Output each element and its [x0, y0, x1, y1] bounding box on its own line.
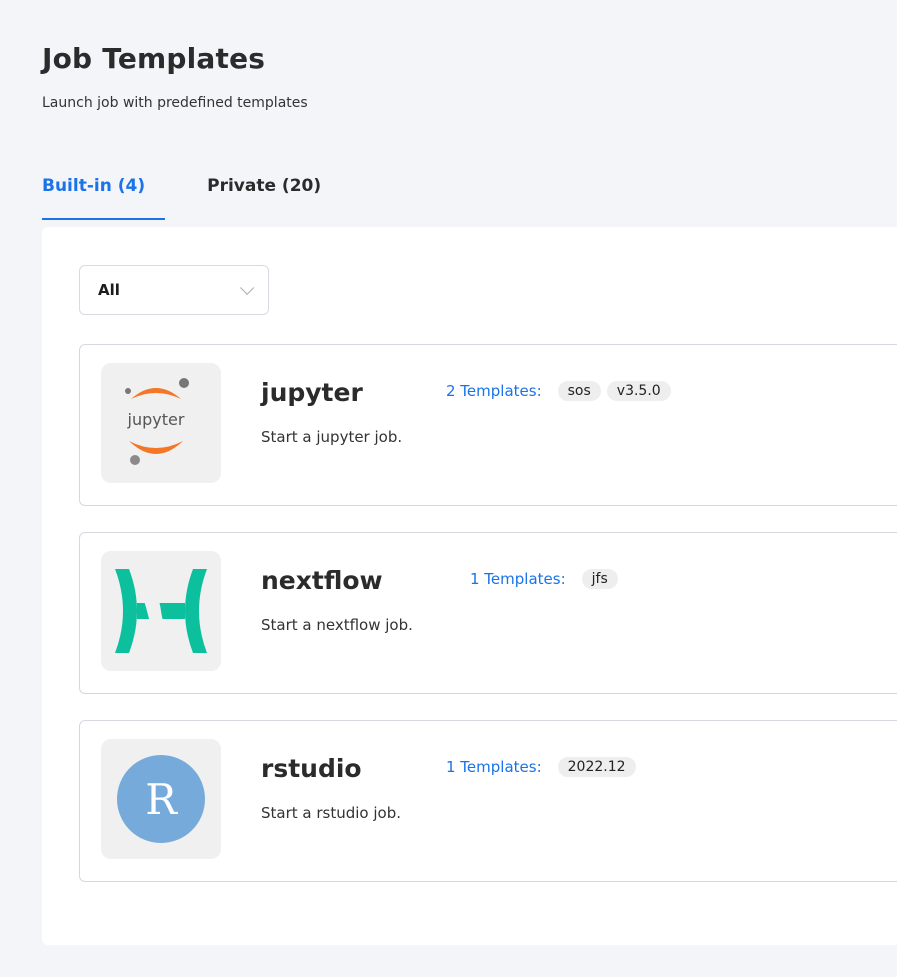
filter-selected-value: All — [98, 281, 120, 299]
chevron-down-icon — [240, 280, 255, 295]
svg-text:R: R — [145, 775, 178, 824]
nextflow-logo-icon — [101, 551, 221, 671]
version-tag: 2022.12 — [557, 757, 636, 777]
template-description: Start a rstudio job. — [261, 804, 402, 822]
template-card-jupyter[interactable]: jupyter jupyter 2 Templates: sos v3.5.0 … — [79, 344, 897, 506]
templates-count-link[interactable]: 1 Templates: — [446, 758, 542, 776]
version-tag: v3.5.0 — [606, 381, 671, 401]
svg-text:jupyter: jupyter — [127, 410, 185, 429]
templates-count-link[interactable]: 2 Templates: — [446, 382, 542, 400]
template-tabs: Built-in (4) Private (20) — [42, 176, 383, 220]
jupyter-logo-icon: jupyter — [101, 363, 221, 483]
template-description: Start a jupyter job. — [261, 428, 403, 446]
rstudio-logo-icon: R — [101, 739, 221, 859]
tab-built-in[interactable]: Built-in (4) — [42, 176, 166, 220]
template-name: rstudio — [261, 754, 362, 783]
template-versions: 1 Templates: 2022.12 — [446, 757, 636, 777]
page-subtitle: Launch job with predefined templates — [42, 95, 308, 111]
category-filter-select[interactable]: All — [79, 265, 269, 315]
template-versions: 2 Templates: sos v3.5.0 — [446, 381, 671, 401]
page-title: Job Templates — [42, 42, 266, 75]
template-card-rstudio[interactable]: R rstudio 1 Templates: 2022.12 Start a r… — [79, 720, 897, 882]
page-header: Job Templates Launch job with predefined… — [42, 42, 308, 111]
template-description: Start a nextflow job. — [261, 616, 413, 634]
template-name: nextflow — [261, 566, 383, 595]
template-card-nextflow[interactable]: nextflow 1 Templates: jfs Start a nextfl… — [79, 532, 897, 694]
templates-count-link[interactable]: 1 Templates: — [470, 570, 566, 588]
templates-panel: All jupyter jupyter 2 Templates: sos v3.… — [42, 227, 897, 945]
version-tag: jfs — [581, 569, 618, 589]
template-versions: 1 Templates: jfs — [470, 569, 618, 589]
template-name: jupyter — [261, 378, 363, 407]
tab-private[interactable]: Private (20) — [207, 176, 321, 220]
version-tag: sos — [557, 381, 601, 401]
